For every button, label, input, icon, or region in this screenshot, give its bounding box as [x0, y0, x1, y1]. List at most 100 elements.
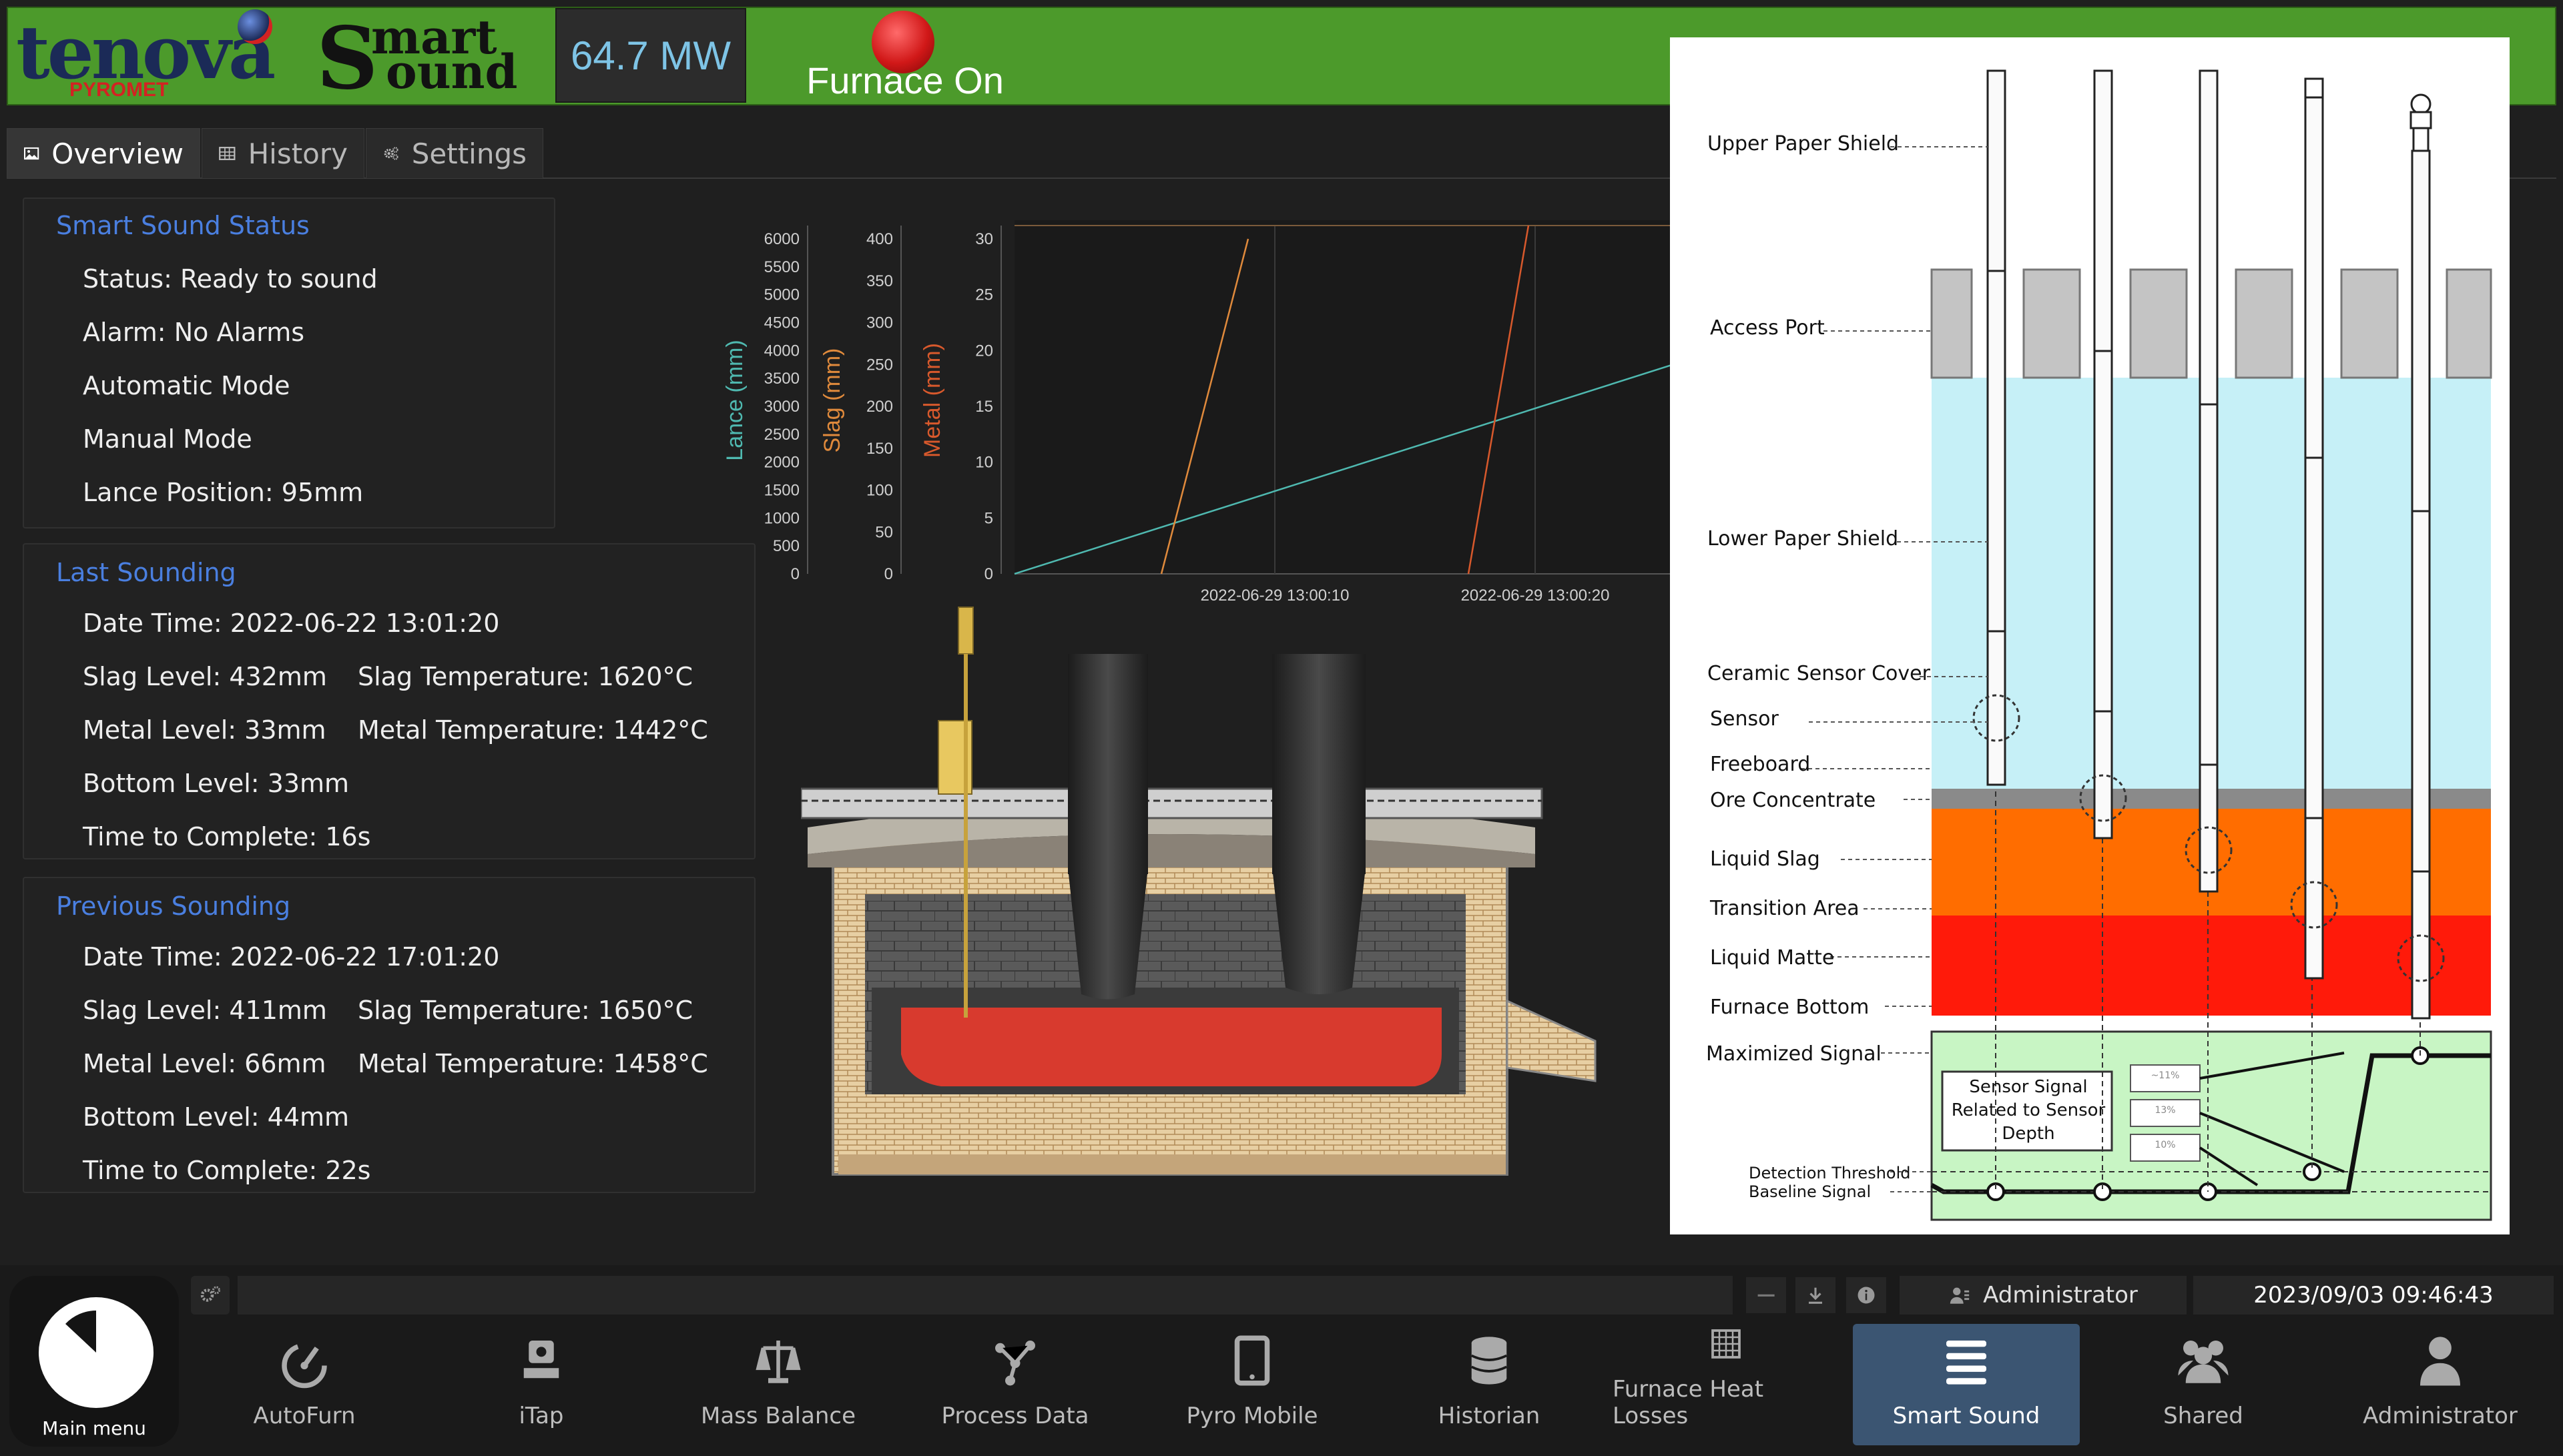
download-icon	[1809, 1287, 1822, 1304]
y-tick-label: 200	[866, 398, 893, 416]
user-indicator[interactable]: Administrator	[1900, 1276, 2187, 1315]
signal-box-text: Sensor Signal Related to Sensor Depth	[1951, 1077, 2106, 1144]
power-display: 64.7 MW	[555, 8, 746, 103]
prev-slag-temperature: Slag Temperature: 1650°C	[358, 996, 693, 1025]
nav-administrator[interactable]: Administrator	[2327, 1324, 2554, 1445]
last-bottom-level: Bottom Level: 33mm	[83, 769, 350, 798]
nav-itap[interactable]: iTap	[428, 1324, 655, 1445]
label-ceramic-sensor-cover: Ceramic Sensor Cover	[1707, 662, 1930, 685]
gears-icon	[384, 147, 398, 160]
y-tick-label: 300	[866, 314, 893, 332]
label-access-port: Access Port	[1710, 316, 1825, 340]
nav-shared[interactable]: Shared	[2090, 1324, 2317, 1445]
y-tick-label: 500	[773, 537, 800, 555]
prev-slag-level: Slag Level: 411mm	[83, 996, 327, 1025]
y-tick-label: 25	[975, 286, 993, 304]
image-icon	[24, 147, 39, 160]
y-tick-label: 5500	[764, 258, 800, 276]
nav-label: iTap	[519, 1403, 564, 1429]
tab-label: Settings	[411, 137, 527, 170]
signal-value-3: 10%	[2155, 1140, 2176, 1150]
y-tick-label: 20	[975, 342, 993, 360]
nav-label: Smart Sound	[1892, 1403, 2040, 1429]
nav-pyro-mobile[interactable]: Pyro Mobile	[1139, 1324, 1366, 1445]
settings-toggle-button[interactable]	[191, 1276, 230, 1315]
last-metal-temperature: Metal Temperature: 1442°C	[358, 715, 708, 745]
main-menu-label: Main menu	[42, 1417, 146, 1439]
info-button[interactable]	[1846, 1277, 1886, 1313]
y-tick-label: 0	[791, 565, 800, 583]
network-icon	[995, 1341, 1035, 1386]
lines-icon	[1946, 1341, 1986, 1385]
tab-history[interactable]: History	[202, 128, 364, 179]
grid-icon	[1711, 1329, 1741, 1359]
previous-sounding-panel: Previous Sounding Date Time: 2022-06-22 …	[23, 877, 756, 1193]
nav-label: AutoFurn	[253, 1403, 356, 1429]
label-freeboard: Freeboard	[1710, 753, 1811, 776]
nav-label: Administrator	[2363, 1403, 2518, 1429]
nav-autofurn[interactable]: AutoFurn	[191, 1324, 418, 1445]
y-tick-label: 0	[984, 565, 993, 583]
nav-label: Shared	[2163, 1403, 2243, 1429]
y-tick-label: 250	[866, 356, 893, 374]
nav-historian[interactable]: Historian	[1376, 1324, 1603, 1445]
nav-process-data[interactable]: Process Data	[902, 1324, 1129, 1445]
label-sensor: Sensor	[1710, 707, 1779, 731]
furnace-illustration	[801, 607, 1597, 1176]
y-tick-label: 3000	[764, 398, 800, 416]
notification-strip	[238, 1276, 1733, 1315]
smartsound-logo-bottom: ound	[386, 44, 518, 99]
info-icon	[1858, 1287, 1875, 1304]
y-tick-label: 10	[975, 454, 993, 472]
nav-label: Furnace Heat Losses	[1613, 1376, 1764, 1429]
nav-label: Mass Balance	[700, 1403, 856, 1429]
scale-icon	[756, 1341, 801, 1383]
y-tick-label: 1000	[764, 509, 800, 527]
y-axis-label: Lance (mm)	[722, 340, 748, 460]
automatic-mode-row[interactable]: Automatic Mode	[83, 371, 290, 400]
datetime-display: 2023/09/03 09:46:43	[2193, 1276, 2554, 1315]
tab-overview[interactable]: Overview	[7, 128, 200, 179]
y-tick-label: 4500	[764, 314, 800, 332]
main-menu-dial-needle	[65, 1311, 96, 1353]
users-icon	[2178, 1341, 2229, 1383]
nav-mass-balance[interactable]: Mass Balance	[665, 1324, 892, 1445]
last-date-time: Date Time: 2022-06-22 13:01:20	[83, 609, 500, 638]
nav-furnace-heat-losses[interactable]: Furnace Heat Losses	[1613, 1324, 1839, 1445]
prev-metal-level: Metal Level: 66mm	[83, 1049, 326, 1078]
y-tick-label: 4000	[764, 342, 800, 360]
table-icon	[219, 147, 236, 160]
last-sounding-panel: Last Sounding Date Time: 2022-06-22 13:0…	[23, 543, 756, 859]
nav-smart-sound[interactable]: Smart Sound	[1853, 1324, 2080, 1445]
y-tick-label: 5	[984, 509, 993, 527]
y-tick-label: 350	[866, 272, 893, 290]
last-time-to-complete: Time to Complete: 16s	[83, 822, 371, 851]
sounding-chart: 0500100015002000250030003500400045005000…	[722, 220, 1682, 605]
pyromet-logo-text: PYROMET	[69, 79, 169, 101]
y-tick-label: 6000	[764, 230, 800, 248]
y-tick-label: 15	[975, 398, 993, 416]
y-tick-label: 2000	[764, 454, 800, 472]
y-tick-label: 150	[866, 440, 893, 458]
tablet-icon	[1234, 1335, 1270, 1386]
last-slag-level: Slag Level: 432mm	[83, 662, 327, 691]
y-tick-label: 3500	[764, 370, 800, 388]
download-button[interactable]	[1795, 1277, 1835, 1313]
tab-settings[interactable]: Settings	[366, 128, 543, 179]
y-tick-label: 5000	[764, 286, 800, 304]
minimize-icon[interactable]: −	[1746, 1277, 1786, 1313]
previous-sounding-title: Previous Sounding	[56, 891, 291, 921]
y-axis-label: Slag (mm)	[820, 348, 845, 453]
tap-icon	[523, 1341, 559, 1379]
plot-area	[1015, 220, 1682, 574]
nav-label: Historian	[1438, 1403, 1540, 1429]
y-tick-label: 2500	[764, 426, 800, 444]
label-maximized-signal: Maximized Signal	[1706, 1042, 1882, 1066]
label-liquid-matte: Liquid Matte	[1710, 946, 1835, 970]
furnace-status-label: Furnace On	[806, 59, 1004, 101]
tab-label: History	[248, 137, 348, 170]
tab-label: Overview	[51, 137, 184, 170]
manual-mode-row[interactable]: Manual Mode	[83, 424, 252, 454]
y-tick-label: 50	[875, 523, 893, 541]
y-tick-label: 30	[975, 230, 993, 248]
